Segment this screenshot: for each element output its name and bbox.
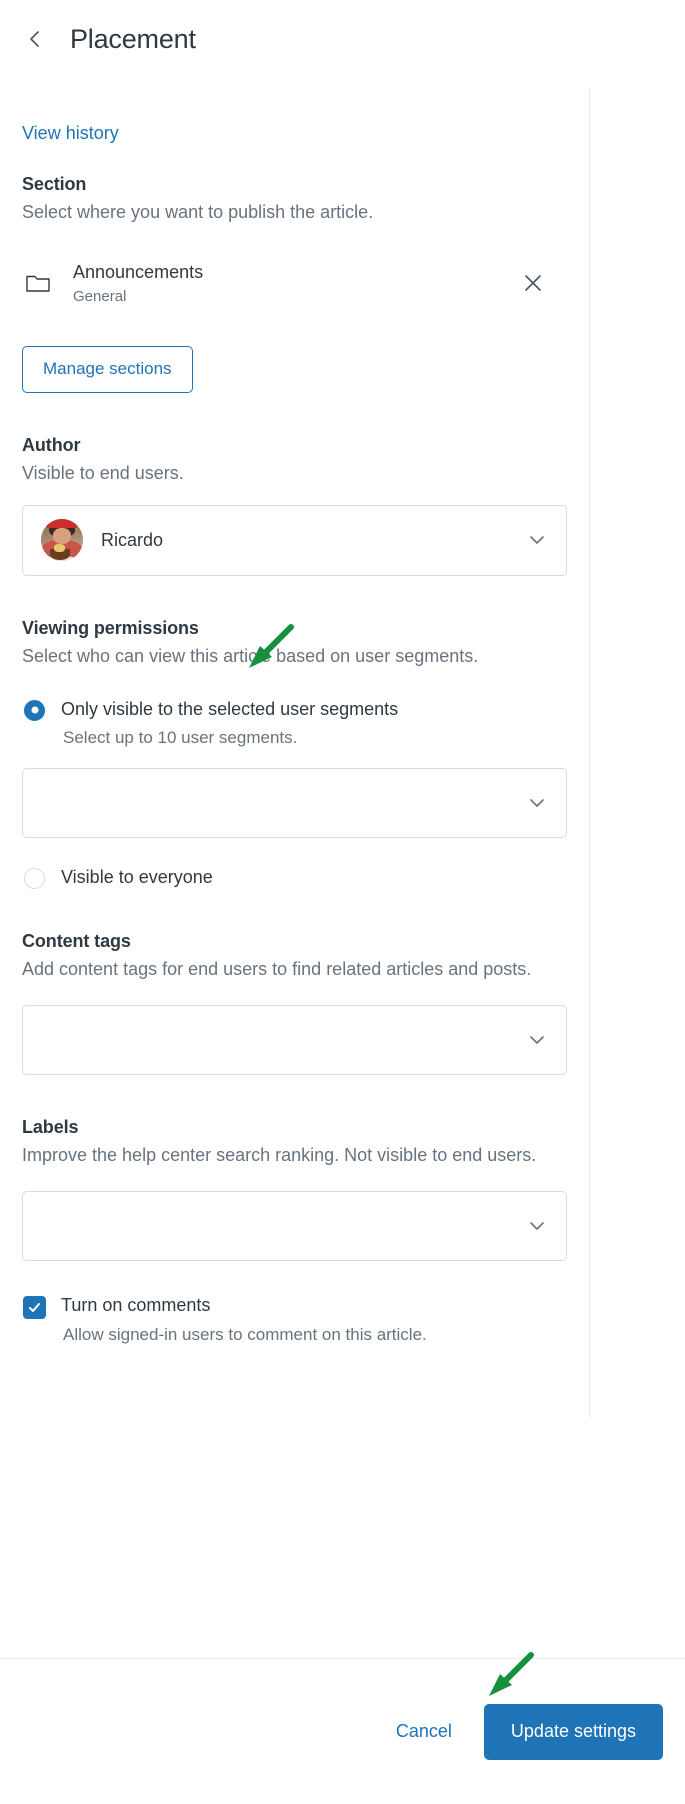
placement-settings-panel: Placement View history Section Select wh… — [0, 0, 685, 1804]
chevron-left-icon[interactable] — [22, 26, 48, 52]
chevron-down-icon — [526, 1215, 548, 1237]
labels-select[interactable] — [22, 1191, 567, 1262]
viewing-permissions-heading: Viewing permissions — [22, 617, 199, 638]
section-description: Select where you want to publish the art… — [22, 202, 374, 222]
close-icon[interactable] — [519, 269, 547, 297]
content-tags-select[interactable] — [22, 1005, 567, 1076]
section-name: Announcements — [73, 261, 204, 282]
panel-footer: Cancel Update settings — [0, 1658, 685, 1804]
selected-section-row: Announcements General — [22, 254, 567, 312]
avatar — [41, 519, 83, 562]
chevron-down-icon — [526, 1029, 548, 1051]
radio-sublabel-selected-segments: Select up to 10 user segments. — [63, 728, 298, 748]
content-tags-heading: Content tags — [22, 931, 131, 952]
manage-sections-button[interactable]: Manage sections — [22, 345, 193, 393]
radio-label-visible-everyone: Visible to everyone — [61, 867, 213, 888]
user-segments-select[interactable] — [22, 768, 567, 839]
selected-section-texts: Announcements General — [73, 261, 519, 305]
settings-scroll-area: View history Section Select where you wa… — [0, 88, 590, 1418]
panel-header: Placement — [0, 0, 600, 78]
section-heading: Section — [22, 174, 87, 194]
comments-sublabel: Allow signed-in users to comment on this… — [63, 1325, 427, 1345]
radio-button-empty[interactable] — [24, 868, 45, 890]
turn-on-comments-row[interactable]: Turn on comments Allow signed-in users t… — [22, 1295, 567, 1345]
chevron-down-icon — [526, 529, 548, 551]
labels-description: Improve the help center search ranking. … — [22, 1145, 537, 1166]
content-tags-description: Add content tags for end users to find r… — [22, 959, 532, 980]
comments-label: Turn on comments — [61, 1295, 211, 1316]
checkbox-checked[interactable] — [23, 1296, 46, 1320]
author-selected-value: Ricardo — [101, 529, 164, 550]
chevron-down-icon — [526, 792, 548, 814]
cancel-button[interactable]: Cancel — [382, 1711, 466, 1752]
view-history-link[interactable]: View history — [22, 123, 119, 144]
author-heading: Author — [22, 434, 81, 455]
update-settings-button[interactable]: Update settings — [483, 1703, 663, 1760]
radio-option-selected-segments[interactable]: Only visible to the selected user segmen… — [22, 698, 567, 749]
labels-heading: Labels — [22, 1117, 79, 1138]
folder-icon — [25, 268, 55, 298]
radio-button-filled[interactable] — [24, 699, 45, 721]
viewing-permissions-description: Select who can view this article based o… — [22, 645, 479, 666]
section-parent: General — [73, 288, 127, 306]
radio-option-visible-everyone[interactable]: Visible to everyone — [22, 866, 567, 890]
page-title: Placement — [70, 23, 196, 54]
radio-label-selected-segments: Only visible to the selected user segmen… — [61, 698, 399, 719]
author-select[interactable]: Ricardo — [22, 504, 567, 576]
author-description: Visible to end users. — [22, 462, 184, 483]
